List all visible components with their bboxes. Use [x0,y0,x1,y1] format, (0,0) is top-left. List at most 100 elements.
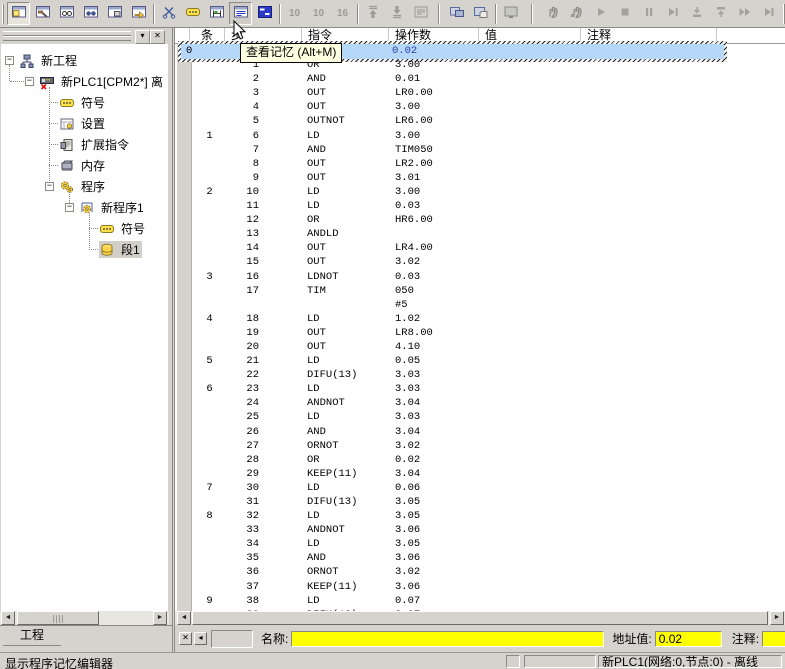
collapse-icon[interactable]: − [65,203,74,212]
mnemonic-row[interactable]: 210LD3.00 [192,185,785,199]
infobar-close-button[interactable]: ✕ [179,632,192,645]
project-workspace-toggle-button[interactable] [7,2,30,25]
mnemonic-row[interactable]: 5OUTNOTLR6.00 [192,114,785,128]
address-value-input[interactable] [655,631,722,647]
cell-rung: 3 [192,270,227,284]
mnemonic-row[interactable]: 623LD3.03 [192,382,785,396]
plc-status: 新PLC1(网络:0,节点:0) - 离线 [598,655,782,668]
scroll-left-button[interactable]: ◄ [1,611,15,625]
mnemonic-row[interactable]: 4OUT3.00 [192,100,785,114]
mnemonic-row[interactable]: 31DIFU(13)3.05 [192,495,785,509]
scroll-left-button[interactable]: ◄ [177,611,191,625]
mnemonic-row[interactable]: 17TIM050 [192,284,785,298]
mnemonic-row[interactable]: 832LD3.05 [192,509,785,523]
mnemonic-row[interactable]: 20OUT4.10 [192,340,785,354]
workspace-dock-header[interactable]: ▾ ✕ [0,28,172,44]
workspace-close-button[interactable]: ✕ [150,30,165,44]
find-report-button[interactable] [79,2,102,25]
io-comment-view-button[interactable] [253,2,276,25]
scrollbar-thumb[interactable] [17,611,99,625]
mnemonic-row[interactable]: 14OUTLR4.00 [192,241,785,255]
cell-rung [192,523,227,537]
infobar-collapse-button[interactable]: ◂ [194,632,207,645]
mnemonic-row[interactable]: 27ORNOT3.02 [192,439,785,453]
tree-item-expansion-instructions[interactable]: 扩展指令 [1,134,168,155]
cell-instr: ANDLD [304,227,391,241]
address-reference-button[interactable] [127,2,150,25]
dock-gripper[interactable] [3,36,131,41]
editor-horizontal-scrollbar[interactable]: ◄ ► [174,611,785,625]
symbol-table-button[interactable] [181,2,204,25]
mnemonic-row[interactable]: 12ORHR6.00 [192,213,785,227]
mnemonic-row[interactable]: 8OUTLR2.00 [192,157,785,171]
mnemonic-row[interactable]: 316LDNOT0.03 [192,270,785,284]
mnemonic-row[interactable]: 418LD1.02 [192,312,785,326]
mnemonic-row[interactable]: #5 [192,298,785,312]
mnemonic-row[interactable]: 39DIFU(13)3.07 [192,608,785,611]
tree-item-section1[interactable]: 段1 [1,239,168,260]
collapse-icon[interactable]: − [5,56,14,65]
comment-input[interactable] [762,631,785,647]
toolbar-gripper[interactable] [2,4,4,24]
mnemonic-row[interactable]: 938LD0.07 [192,594,785,608]
mnemonic-row[interactable]: 22DIFU(13)3.03 [192,368,785,382]
work-online-button[interactable] [445,2,468,25]
cell-op: 3.03 [391,382,481,396]
mnemonic-row[interactable]: 29KEEP(11)3.04 [192,467,785,481]
scrollbar-thumb[interactable] [192,611,768,625]
mnemonic-row[interactable]: 28OR0.02 [192,453,785,467]
mnemonic-row[interactable]: 33ANDNOT3.06 [192,523,785,537]
cell-step: 27 [227,439,304,453]
infobar-empty-field[interactable] [211,630,253,648]
tree-item-plc[interactable]: − 新PLC1[CPM2*] 离 [1,71,168,92]
mnemonic-row[interactable]: 15OUT3.02 [192,255,785,269]
mnemonic-row[interactable]: 730LD0.06 [192,481,785,495]
cell-com [583,213,719,227]
tree-item-program1[interactable]: − 新程序1 [1,197,168,218]
mnemonic-row[interactable]: 521LD0.05 [192,354,785,368]
mnemonic-row[interactable]: 2AND0.01 [192,72,785,86]
mnemonic-row[interactable]: 3OUTLR0.00 [192,86,785,100]
mnemonic-row[interactable]: 24ANDNOT3.04 [192,396,785,410]
cell-rung [192,467,227,481]
mnemonic-row[interactable]: 19OUTLR8.00 [192,326,785,340]
output-window-button[interactable] [103,2,126,25]
name-input[interactable] [291,631,604,647]
mnemonic-row[interactable]: 37KEEP(11)3.06 [192,580,785,594]
tab-project[interactable]: 工程 [3,627,61,646]
mnemonic-row[interactable]: 11LD0.03 [192,199,785,213]
collapse-icon[interactable]: − [45,182,54,191]
mnemonic-row[interactable]: 13ANDLD [192,227,785,241]
work-online-simulator-button[interactable] [469,2,492,25]
cell-op: 0.06 [391,481,481,495]
scroll-right-button[interactable]: ► [153,611,167,625]
mnemonic-row[interactable]: 35AND3.06 [192,551,785,565]
tree-item-symbols[interactable]: 符号 [1,92,168,113]
cell-op: 0.01 [391,72,481,86]
mnemonic-row[interactable]: 26AND3.04 [192,425,785,439]
cell-rung [192,580,227,594]
mnemonic-row[interactable]: 36ORNOT3.02 [192,565,785,579]
mnemonic-row[interactable]: 16LD3.00 [192,129,785,143]
ladder-view-button[interactable] [205,2,228,25]
cell-val [481,382,583,396]
collapse-icon[interactable]: − [25,77,34,86]
tree-item-settings[interactable]: 设置 [1,113,168,134]
tree-item-memory[interactable]: 内存 [1,155,168,176]
ff-icon [737,4,753,23]
cell-val [481,241,583,255]
mnemonic-row[interactable]: 34LD3.05 [192,537,785,551]
dock-menu-button[interactable]: ▾ [135,30,150,44]
tree-item-programs[interactable]: − 程序 [1,176,168,197]
mnemonic-row[interactable]: 25LD3.03 [192,410,785,424]
cell-op [391,44,481,58]
tree-item-symbols-local[interactable]: 符号 [1,218,168,239]
tree-item-project[interactable]: − 新工程 [1,50,168,71]
scroll-right-button[interactable]: ► [770,611,784,625]
cross-reference-button[interactable] [157,2,180,25]
watch-window-button[interactable] [55,2,78,25]
mnemonic-row[interactable]: 7ANDTIM050 [192,143,785,157]
compile-button[interactable] [31,2,54,25]
workspace-horizontal-scrollbar[interactable]: ◄ ► [0,611,169,625]
mnemonic-row[interactable]: 9OUT3.01 [192,171,785,185]
